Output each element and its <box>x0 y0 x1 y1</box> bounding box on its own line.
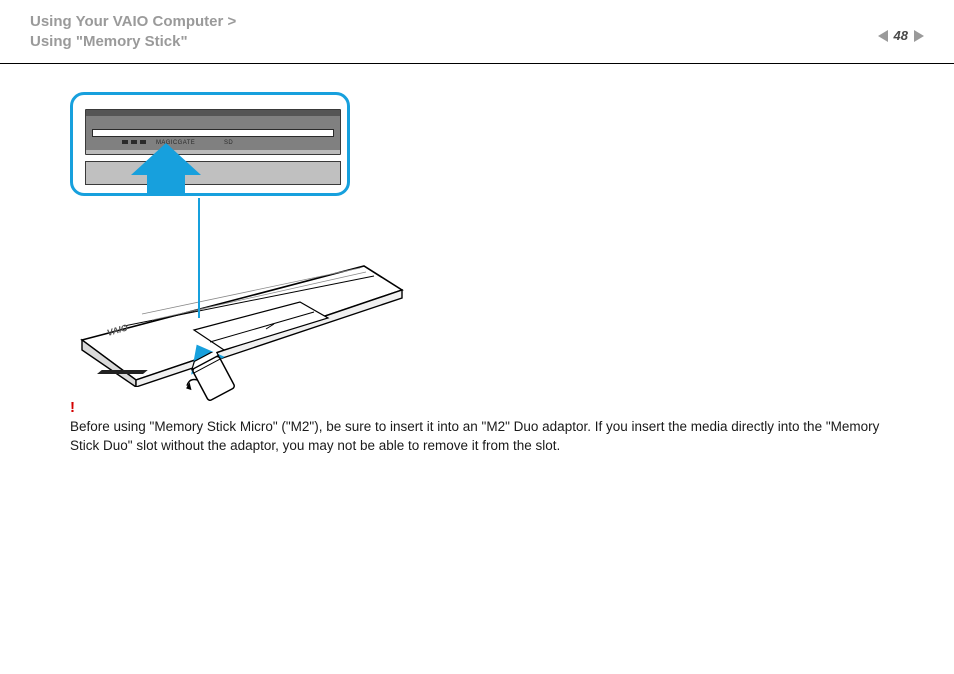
computer-front-panel: MAGICGATE SD <box>85 109 341 155</box>
next-page-icon[interactable] <box>914 30 924 42</box>
slot-status-icons <box>122 140 146 144</box>
slot-zoom-callout: MAGICGATE SD <box>70 92 350 196</box>
callout-connector-line <box>198 198 200 318</box>
laptop-illustration: VAIO <box>64 202 404 387</box>
warning-text: Before using "Memory Stick Micro" ("M2")… <box>70 419 879 454</box>
prev-page-icon[interactable] <box>878 30 888 42</box>
breadcrumb-line-2: Using "Memory Stick" <box>30 32 924 52</box>
page-header: Using Your VAIO Computer > Using "Memory… <box>0 0 954 64</box>
manual-page: Using Your VAIO Computer > Using "Memory… <box>0 0 954 674</box>
memory-stick-icon <box>184 352 244 402</box>
page-number: 48 <box>894 28 908 43</box>
computer-bottom-edge <box>85 161 341 185</box>
page-content: MAGICGATE SD <box>0 64 954 476</box>
warning-mark-icon: ! <box>70 400 910 415</box>
page-nav: 48 <box>878 28 924 43</box>
warning-paragraph: ! Before using "Memory Stick Micro" ("M2… <box>70 400 910 456</box>
memory-stick-slot <box>92 129 334 137</box>
sd-label: SD <box>224 140 233 146</box>
diagram: MAGICGATE SD <box>70 92 380 382</box>
breadcrumb-line-1: Using Your VAIO Computer > <box>30 12 924 32</box>
magicgate-label: MAGICGATE <box>156 140 195 146</box>
